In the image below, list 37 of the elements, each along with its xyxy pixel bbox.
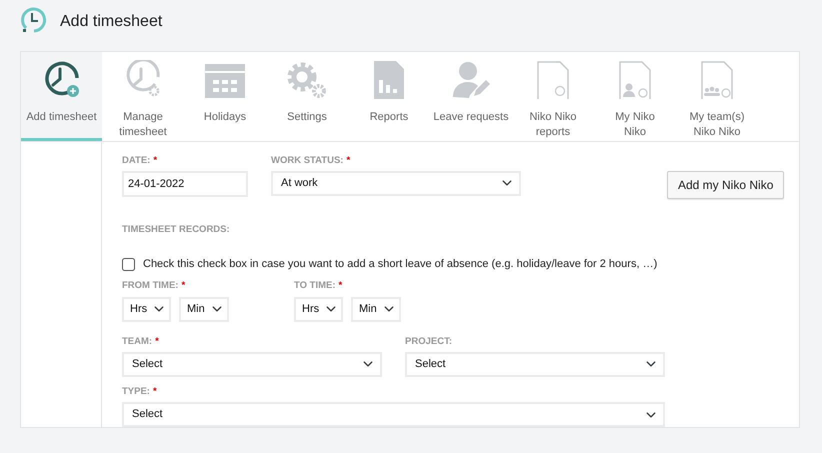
nav-tab[interactable]: Settings: [266, 52, 348, 140]
date-field[interactable]: 24-01-2022: [122, 170, 248, 197]
nav-tab[interactable]: My Niko Niko: [594, 52, 676, 140]
user-document-icon: [618, 60, 652, 100]
nav-tab[interactable]: Holidays: [184, 52, 266, 140]
checkbox-label: Check this check box in case you want to add a short leave of absence (e.g. holiday/leave for 2 hours, …): [143, 256, 658, 272]
field-label: DATE: *: [122, 154, 158, 168]
select-field[interactable]: Hrs: [294, 296, 343, 322]
user-edit-icon: [451, 60, 491, 100]
nav-tab[interactable]: Reports: [348, 52, 430, 140]
select-field[interactable]: Select: [122, 402, 665, 427]
select-field[interactable]: At work: [271, 170, 521, 196]
field-label: TEAM: *: [122, 334, 160, 348]
nav-tab[interactable]: Niko Niko reports: [512, 52, 594, 140]
page-title: Add timesheet: [60, 12, 162, 32]
field-label: TO TIME: *: [294, 279, 344, 294]
section-heading: TIMESHEET RECORDS:: [122, 222, 230, 236]
clock-icon: [20, 6, 48, 34]
field-label: TYPE: *: [122, 384, 158, 399]
field-label: WORK STATUS: *: [271, 154, 352, 168]
nav-tab[interactable]: Add timesheet: [21, 52, 102, 140]
report-icon: [373, 60, 405, 100]
nav-tab[interactable]: Manage timesheet: [102, 52, 184, 140]
select-field[interactable]: Select: [405, 352, 665, 377]
field-label: PROJECT:: [405, 334, 453, 348]
select-field[interactable]: Hrs: [122, 296, 171, 322]
team-document-icon: [700, 60, 734, 100]
nav-tab[interactable]: Leave requests: [430, 52, 512, 140]
smiley-document-icon: [536, 60, 570, 100]
nav-tab[interactable]: My team(s) Niko Niko: [676, 52, 758, 140]
settings-icon: [286, 60, 328, 100]
select-field[interactable]: Select: [122, 352, 382, 377]
select-field[interactable]: Min: [179, 296, 229, 322]
select-field[interactable]: Min: [351, 296, 401, 322]
add-niko-niko-button[interactable]: Add my Niko Niko: [667, 170, 784, 198]
field-label: FROM TIME: *: [122, 279, 186, 294]
checkbox[interactable]: [122, 258, 135, 270]
